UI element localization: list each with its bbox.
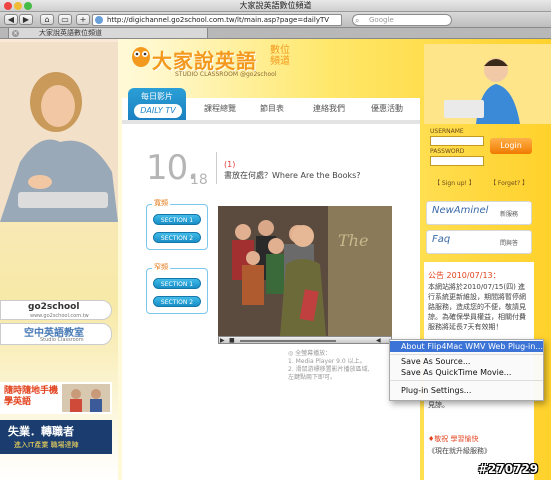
- announcement-title: 公告 2010/07/13：: [428, 271, 501, 280]
- nav-promotions[interactable]: 優惠活動: [358, 100, 416, 118]
- volume-icon[interactable]: ◀: [376, 337, 381, 344]
- window-titlebar: 大家說英語數位頻道: [0, 0, 551, 12]
- narrowband-section-2-button[interactable]: SECTION 2: [153, 296, 201, 307]
- announcement-tail: 見諒。: [428, 401, 449, 409]
- username-input[interactable]: [430, 136, 484, 146]
- note-line-1: 1. Media Player 9.0 以上。: [288, 358, 366, 365]
- context-item-save-quicktime[interactable]: Save As QuickTime Movie...: [390, 367, 543, 378]
- back-button[interactable]: ◀: [4, 14, 18, 25]
- url-text: http://digichannel.go2school.com.tw/lt/m…: [107, 16, 330, 24]
- broadband-label: 寬頻: [152, 198, 170, 208]
- note-line-2: 2. 滑鼠游標移置影片播放區域,: [288, 366, 370, 373]
- video-player[interactable]: The: [218, 206, 392, 336]
- note-line-3: 左鍵點兩下即可。: [288, 374, 337, 381]
- lesson-date-month: 18: [190, 172, 208, 188]
- boy-photo: [424, 44, 551, 124]
- context-item-save-source[interactable]: Save As Source...: [390, 356, 543, 367]
- forgot-link[interactable]: 【 Forget? 】: [490, 178, 528, 187]
- tab-current[interactable]: 大家說英語數位頻道: [8, 28, 208, 39]
- player-notes: ◎ 全螢幕播放： 1. Media Player 9.0 以上。 2. 滑鼠游標…: [288, 350, 388, 382]
- site-logo-small: STUDIO CLASSROOM @go2school: [175, 71, 277, 78]
- career-ad-sub: 進入IT產業 職場達陣: [14, 441, 79, 449]
- woman-photo: [0, 42, 118, 222]
- nav-contact[interactable]: 連絡我們: [300, 100, 358, 118]
- search-field[interactable]: Google: [352, 14, 452, 26]
- studio-classroom-sub: Studio Classroom: [40, 337, 84, 343]
- search-icon: ⌕: [355, 16, 360, 25]
- nav-divider: [122, 120, 420, 124]
- plugin-context-menu: About Flip4Mac WMV Web Plug-in... Save A…: [389, 339, 544, 401]
- go2school-url: www.go2school.com.tw: [30, 313, 89, 319]
- forward-button[interactable]: ▶: [19, 14, 33, 25]
- lesson-title: 書放在何處？Where Are the Books?: [224, 171, 361, 180]
- zoom-window-button[interactable]: [24, 2, 32, 10]
- watermark-text: #270729: [478, 462, 539, 476]
- broadband-section-1-button[interactable]: SECTION 1: [153, 214, 201, 225]
- site-logo-sub: 數位頻道: [270, 45, 290, 67]
- password-input[interactable]: [430, 156, 484, 166]
- login-button[interactable]: Login: [490, 138, 532, 154]
- video-seek-bar[interactable]: [240, 340, 336, 342]
- mobile-learning-ad-text: 隨時隨地手機學英語: [4, 386, 59, 407]
- context-item-about-flip4mac[interactable]: About Flip4Mac WMV Web Plug-in...: [390, 341, 543, 352]
- svg-text:The: The: [338, 231, 368, 250]
- career-ad-title: 失業．轉職者: [8, 425, 74, 438]
- mobile-learning-ad-photo: [62, 384, 110, 412]
- bookmark-button[interactable]: ▭: [58, 14, 72, 25]
- date-divider: [216, 152, 217, 184]
- play-icon[interactable]: ▶: [220, 337, 225, 344]
- narrowband-section-1-button[interactable]: SECTION 1: [153, 278, 201, 289]
- nav-daily-tv-sub: DAILY TV: [134, 104, 182, 118]
- faq-label: Faq: [432, 234, 451, 245]
- add-bookmark-button[interactable]: +: [76, 14, 90, 25]
- stop-icon[interactable]: ■: [229, 337, 235, 344]
- window-title: 大家說英語數位頻道: [239, 1, 312, 10]
- site-logo[interactable]: 大家說英語: [152, 45, 257, 74]
- nav-course-overview[interactable]: 課程總覽: [190, 100, 250, 118]
- owl-logo-icon: [132, 47, 150, 67]
- password-label: PASSWORD: [430, 148, 465, 155]
- username-label: USERNAME: [430, 128, 464, 135]
- context-separator: [390, 354, 543, 355]
- tab-close-icon[interactable]: ×: [12, 30, 19, 37]
- new-service-cn: 新服務: [500, 211, 519, 218]
- announcement-footer-1: ♦敬祝 學習愉快: [428, 435, 479, 443]
- announcement-body: 本網站將於2010/07/15(四) 進行系統更新維設，期間將暫停網路服務，造成…: [428, 283, 526, 331]
- faq-cn: 問與答: [500, 240, 519, 247]
- note-heading: ◎ 全螢幕播放：: [288, 350, 332, 357]
- site-icon: [95, 16, 103, 24]
- nav-schedule[interactable]: 節目表: [246, 100, 298, 118]
- address-bar[interactable]: http://digichannel.go2school.com.tw/lt/m…: [92, 14, 342, 26]
- search-placeholder: Google: [369, 16, 394, 24]
- narrowband-label: 窄頻: [152, 262, 170, 272]
- go2school-label: go2school: [28, 302, 80, 312]
- nav-daily-tv-label: 每日影片: [141, 92, 173, 101]
- new-service-label: NewAminel: [432, 205, 489, 216]
- lesson-number: (1): [224, 160, 236, 169]
- signup-link[interactable]: 【 Sign up! 】: [434, 178, 475, 187]
- minimize-window-button[interactable]: [14, 2, 22, 10]
- announcement-footer-2[interactable]: 《現在就升級服務》: [428, 446, 491, 456]
- close-window-button[interactable]: [4, 2, 12, 10]
- context-separator-2: [390, 380, 543, 381]
- broadband-section-2-button[interactable]: SECTION 2: [153, 232, 201, 243]
- home-button[interactable]: ⌂: [40, 14, 54, 25]
- tab-title: 大家說英語數位頻道: [39, 29, 102, 37]
- context-item-plugin-settings[interactable]: Plug-in Settings...: [390, 385, 543, 396]
